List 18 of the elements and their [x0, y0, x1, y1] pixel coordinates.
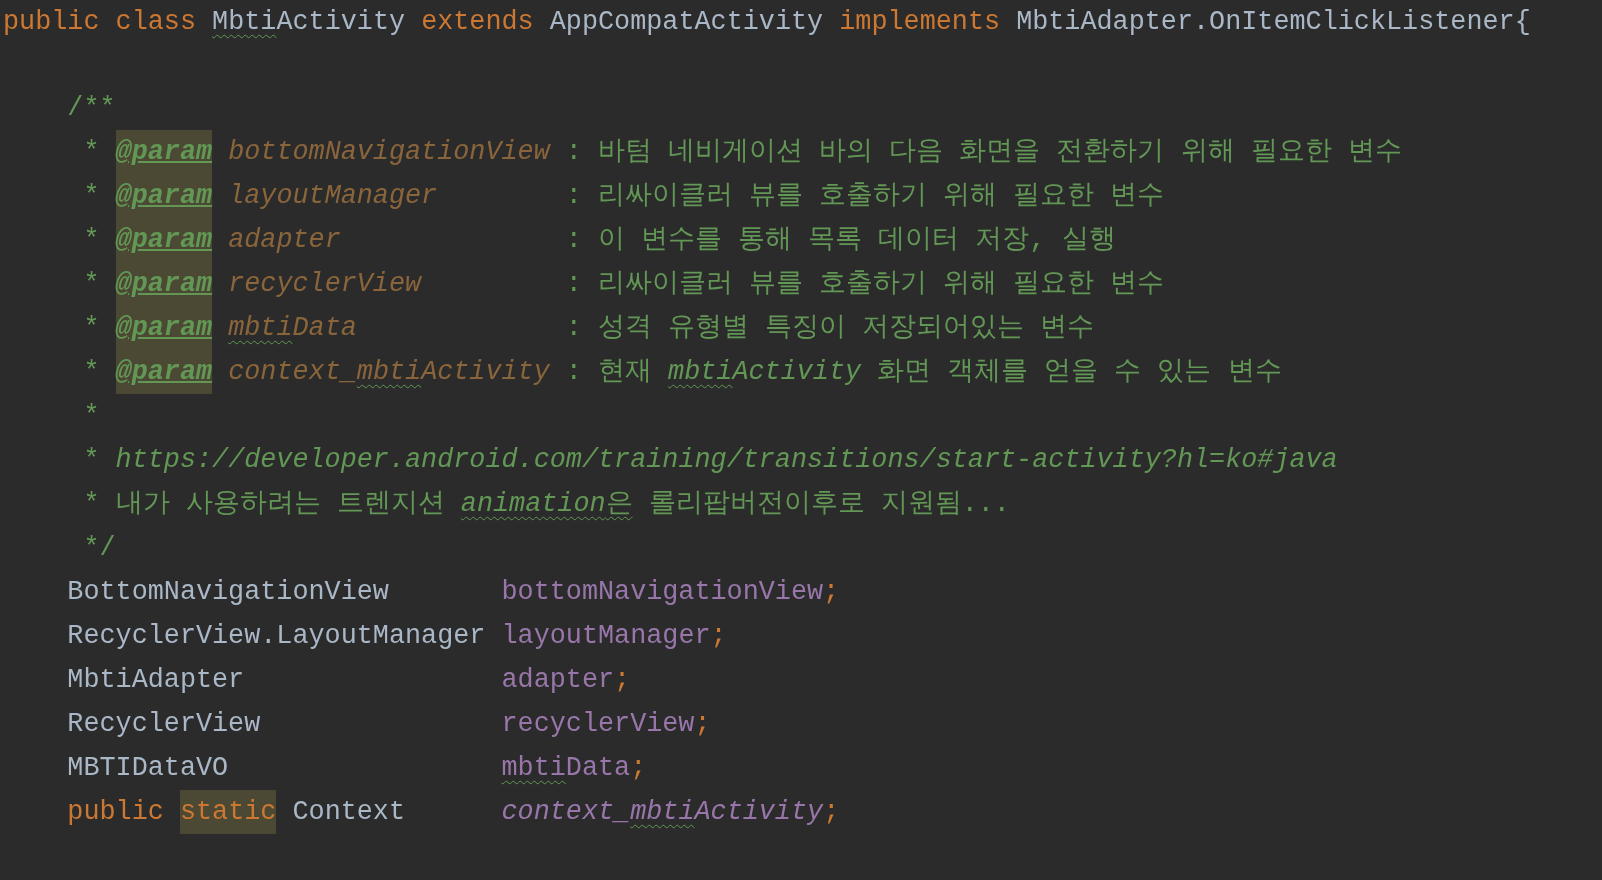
code-line: * https://developer.android.com/training/transitions/start-activity?hl=ko#java: [82, 444, 1339, 477]
code-line: * @param mbtiData : 성격 유형별 특징이 저장되어있는 변수: [3, 306, 1602, 350]
code-line: public class MbtiActivity extends AppCompatActivity implements MbtiAdapter.OnItemClickListener{: [3, 6, 1532, 39]
code-line: MbtiAdapter adapter;: [66, 664, 632, 697]
code-line: RecyclerView recyclerView;: [66, 708, 712, 741]
code-line: * @param adapter : 이 변수를 통해 목록 데이터 저장, 실행: [3, 218, 1602, 262]
code-line: */: [82, 532, 117, 565]
code-line: /**: [66, 92, 117, 125]
code-line: * 내가 사용하려는 트렌지션 animation은 롤리팝버전이후로 지원됨...: [82, 488, 1011, 521]
code-line: * @param bottomNavigationView : 바텀 네비게이션 바의 다음 화면을 전환하기 위해 필요한 변수: [3, 130, 1602, 174]
code-line: * @param layoutManager : 리싸이클러 뷰를 호출하기 위해 필요한 변수: [3, 174, 1602, 218]
code-line: MBTIDataVO mbtiData;: [66, 752, 648, 785]
code-line: RecyclerView.LayoutManager layoutManager;: [66, 620, 728, 653]
code-line: * @param context_mbtiActivity : 현재 mbtiActivity 화면 객체를 얻을 수 있는 변수: [3, 350, 1602, 394]
code-line: BottomNavigationView bottomNavigationView;: [66, 576, 841, 609]
code-line: *: [82, 400, 101, 433]
code-line: * @param recyclerView : 리싸이클러 뷰를 호출하기 위해 필요한 변수: [3, 262, 1602, 306]
code-line: public static Context context_mbtiActivity;: [3, 790, 1602, 834]
